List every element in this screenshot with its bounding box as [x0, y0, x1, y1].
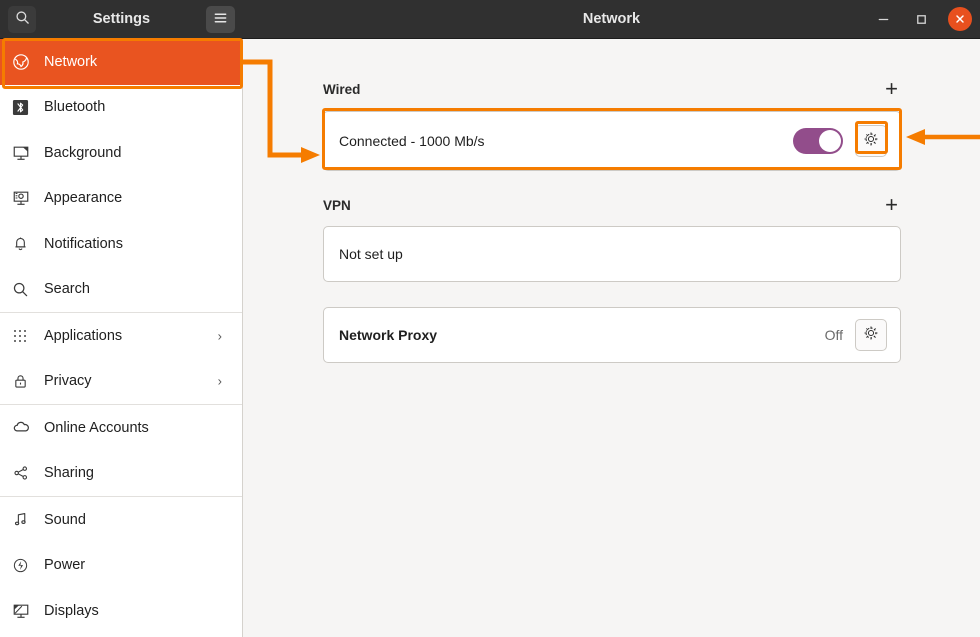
share-icon	[12, 462, 38, 484]
search-icon	[15, 10, 30, 30]
sidebar-item-label: Background	[44, 144, 122, 161]
search-icon	[12, 278, 38, 300]
vpn-status-label: Not set up	[339, 246, 403, 262]
vpn-card: Not set up	[323, 226, 901, 282]
sidebar-item-applications[interactable]: Applications ›	[0, 313, 242, 359]
network-proxy-label: Network Proxy	[339, 327, 438, 343]
network-proxy-settings-button[interactable]	[855, 319, 887, 351]
sidebar-item-privacy[interactable]: Privacy ›	[0, 359, 242, 405]
chevron-right-icon: ›	[217, 328, 222, 344]
bluetooth-icon	[12, 96, 38, 118]
sidebar-item-label: Sound	[44, 511, 86, 528]
sidebar-item-power[interactable]: Power	[0, 543, 242, 589]
music-note-icon	[12, 509, 38, 531]
sidebar-item-label: Displays	[44, 602, 99, 619]
add-vpn-button[interactable]: +	[882, 194, 901, 216]
monitor-icon	[12, 142, 38, 164]
power-icon	[12, 554, 38, 576]
sidebar-item-search[interactable]: Search	[0, 267, 242, 313]
sidebar-item-label: Notifications	[44, 235, 123, 252]
sidebar-item-label: Appearance	[44, 190, 123, 207]
lock-icon	[12, 370, 38, 392]
settings-window: Settings Network Network Bluetooth Backg…	[0, 0, 980, 637]
wired-section-header: Wired +	[323, 78, 901, 100]
window-title: Network	[582, 11, 641, 27]
sidebar-item-displays[interactable]: Displays	[0, 588, 242, 634]
sidebar-item-label: Bluetooth	[44, 99, 106, 116]
globe-icon	[12, 51, 38, 73]
vpn-heading: VPN	[323, 197, 351, 213]
sidebar-item-label: Privacy	[44, 373, 92, 390]
wired-connection-row[interactable]: Connected - 1000 Mb/s	[324, 112, 900, 170]
gear-icon	[863, 325, 879, 346]
settings-label: Settings	[92, 11, 151, 27]
sidebar-item-background[interactable]: Background	[0, 130, 242, 176]
bell-icon	[12, 233, 38, 255]
search-button[interactable]	[8, 6, 36, 33]
menu-button[interactable]	[206, 6, 235, 33]
sidebar-item-notifications[interactable]: Notifications	[0, 221, 242, 267]
maximize-button[interactable]	[910, 8, 932, 30]
cloud-icon	[12, 417, 38, 439]
sidebar-item-sharing[interactable]: Sharing	[0, 451, 242, 497]
sidebar-item-appearance[interactable]: Appearance	[0, 176, 242, 222]
sidebar-item-bluetooth[interactable]: Bluetooth	[0, 85, 242, 131]
wired-settings-button[interactable]	[855, 125, 887, 157]
sidebar-item-label: Applications	[44, 327, 123, 344]
close-button[interactable]	[948, 7, 972, 31]
vpn-section-header: VPN +	[323, 194, 901, 216]
window-controls	[872, 0, 972, 38]
network-proxy-value: Off	[824, 327, 843, 343]
add-wired-button[interactable]: +	[882, 78, 901, 100]
title-bar: Settings Network	[0, 0, 980, 39]
sidebar-item-sound[interactable]: Sound	[0, 497, 242, 543]
wired-toggle[interactable]	[793, 128, 843, 154]
displays-icon	[12, 600, 38, 622]
chevron-right-icon: ›	[217, 373, 222, 389]
gear-icon	[863, 131, 879, 152]
sidebar-item-online-accounts[interactable]: Online Accounts	[0, 405, 242, 451]
sidebar-item-label: Power	[44, 557, 86, 574]
wired-heading: Wired	[323, 81, 361, 97]
minimize-button[interactable]	[872, 8, 894, 30]
grid-dots-icon	[12, 325, 38, 347]
wired-status-label: Connected - 1000 Mb/s	[339, 133, 485, 149]
appearance-icon	[12, 187, 38, 209]
sidebar[interactable]: Network Bluetooth Background Appearance …	[0, 39, 243, 637]
wired-connection-card: Connected - 1000 Mb/s	[323, 111, 901, 171]
sidebar-item-label: Sharing	[44, 465, 94, 482]
sidebar-item-network[interactable]: Network	[0, 39, 242, 85]
sidebar-item-label: Network	[44, 53, 98, 70]
vpn-row[interactable]: Not set up	[324, 227, 900, 281]
sidebar-item-label: Search	[44, 281, 90, 298]
network-proxy-card: Network Proxy Off	[323, 307, 901, 363]
network-proxy-row[interactable]: Network Proxy Off	[324, 308, 900, 362]
main-content: Wired + Connected - 1000 Mb/s VPN + Not …	[244, 39, 980, 637]
hamburger-icon	[213, 11, 228, 29]
wired-toggle-knob	[819, 130, 841, 152]
sidebar-item-label: Online Accounts	[44, 419, 149, 436]
